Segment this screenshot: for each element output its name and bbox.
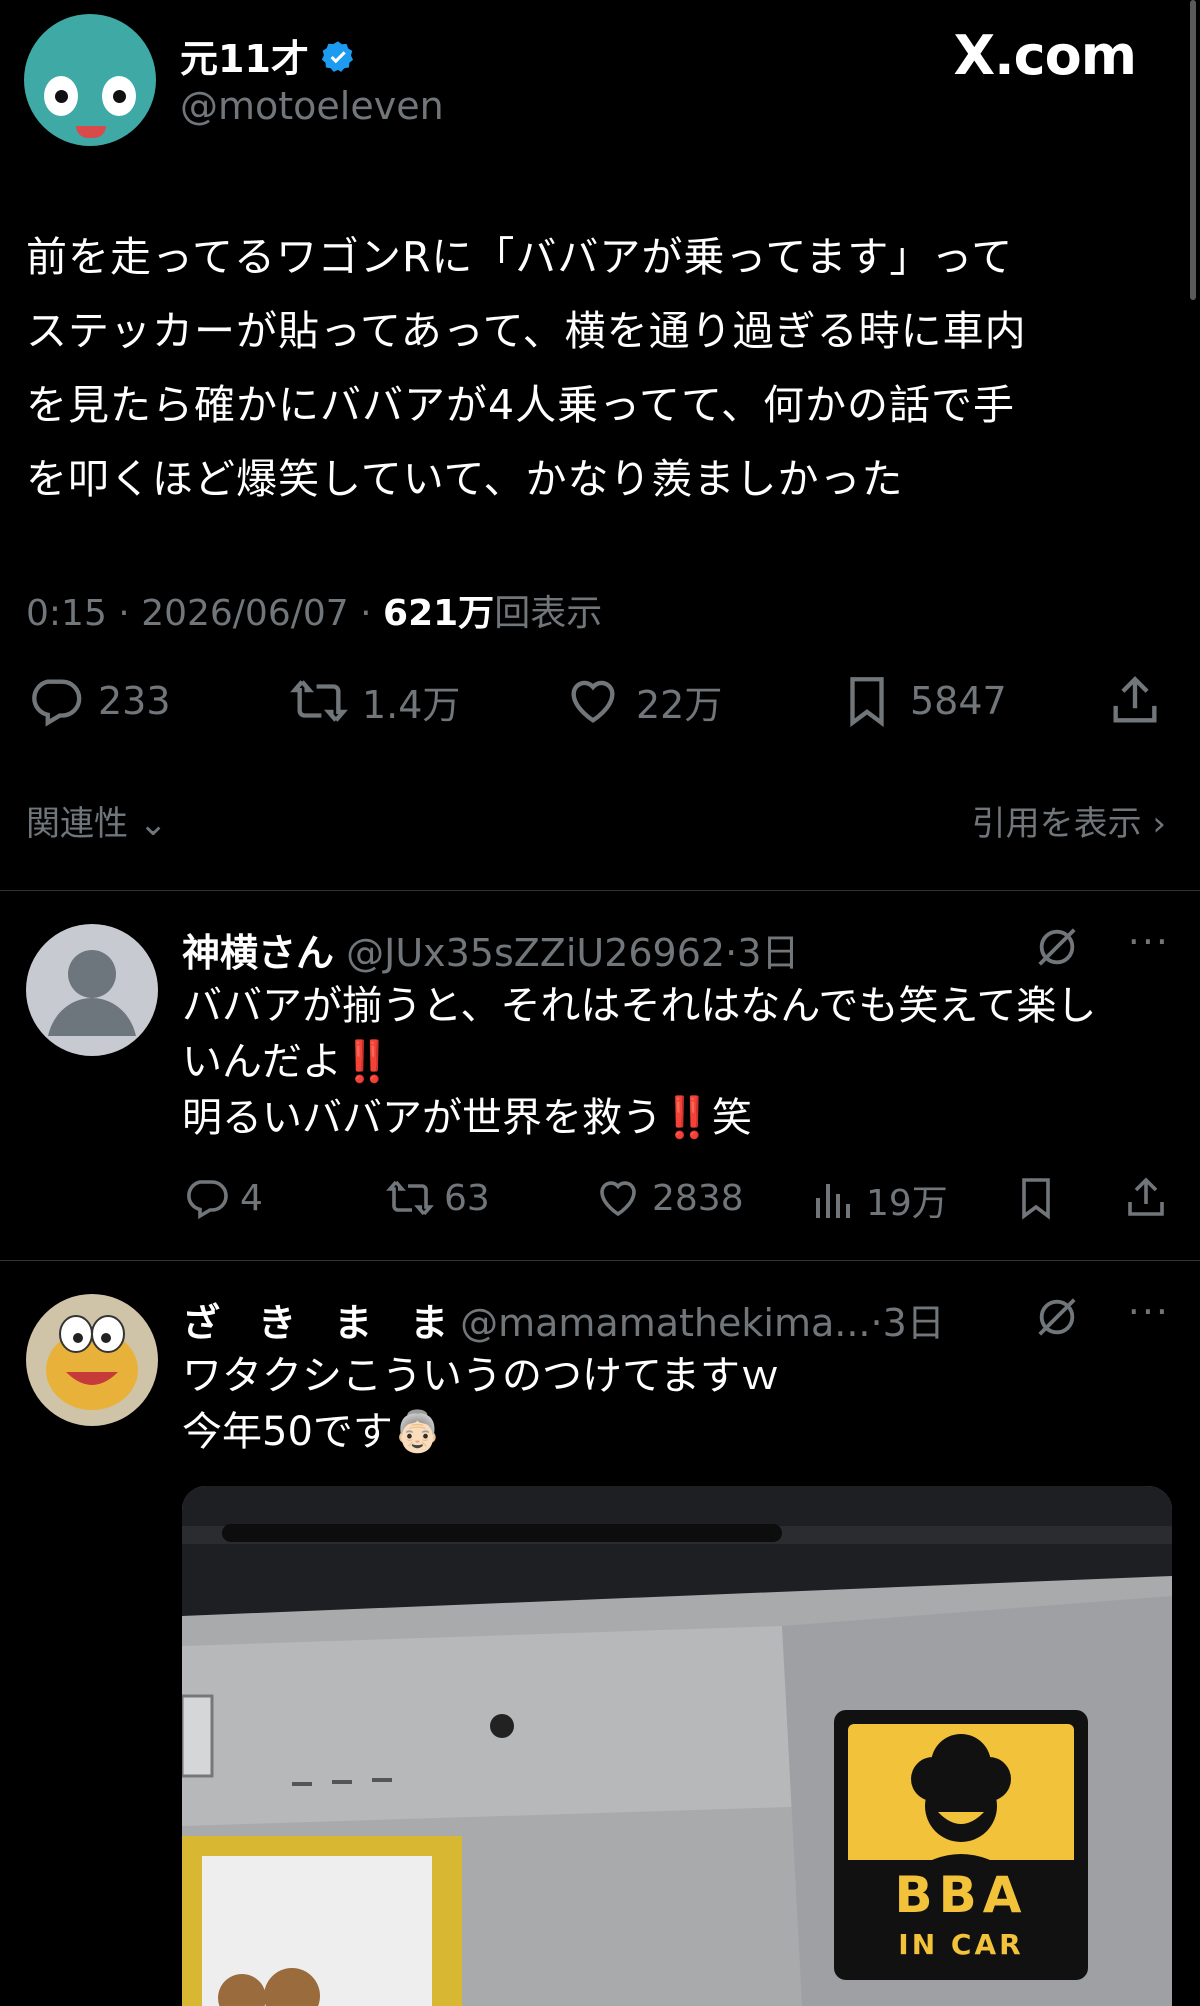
views-button[interactable]: 19万 <box>808 1174 948 1226</box>
display-name[interactable]: 元11才 <box>180 28 357 83</box>
tweet-text: 前を走ってるワゴンRに「ババアが乗ってます」って ステッカーが貼ってあって、横を… <box>26 220 1176 516</box>
grok-icon[interactable] <box>1034 1294 1080 1340</box>
reply-time[interactable]: 3日 <box>883 1301 945 1345</box>
bookmark-button[interactable]: 5847 <box>838 672 1007 730</box>
reply-name[interactable]: 神横さん <box>182 931 334 975</box>
tweet-time[interactable]: 0:15 <box>26 593 107 634</box>
scrollbar[interactable] <box>1190 0 1196 300</box>
chevron-down-icon: ⌄ <box>138 804 168 844</box>
repost-button[interactable]: 63 <box>386 1174 490 1222</box>
reply-handle[interactable]: @JUx35sZZiU26962 <box>346 931 725 975</box>
share-icon <box>1128 1177 1164 1216</box>
tweet-actions: 233 1.4万 22万 5847 <box>26 672 1176 742</box>
reply-line: ワタクシこういうのつけてますｗ <box>182 1353 780 1399</box>
old-woman-emoji-icon: 👵🏻 <box>392 1409 443 1455</box>
separator: · <box>725 931 738 975</box>
reply-text: ワタクシこういうのつけてますｗ 今年50です👵🏻 <box>182 1348 1142 1460</box>
tweet-date[interactable]: 2026/06/07 <box>141 593 349 634</box>
sticker-text-bba: BBA <box>894 1866 1028 1924</box>
like-button[interactable]: 2838 <box>594 1174 744 1222</box>
bookmark-count: 5847 <box>910 679 1007 723</box>
default-avatar-icon <box>48 950 136 1036</box>
like-count: 22万 <box>636 682 723 727</box>
repost-button[interactable]: 1.4万 <box>290 672 460 730</box>
avatar-mouth <box>76 126 106 138</box>
chevron-right-icon: › <box>1152 804 1166 844</box>
bookmark-icon <box>1022 1178 1050 1220</box>
like-count: 2838 <box>652 1177 744 1219</box>
reply-header: 神横さん @JUx35sZZiU26962·3日 <box>182 922 799 977</box>
share-button[interactable] <box>1122 1174 1170 1222</box>
avatar-eye <box>44 76 78 116</box>
tweet-line: を叩くほど爆笑していて、かなり羨ましかった <box>26 455 904 503</box>
reply-button[interactable]: 233 <box>26 672 171 730</box>
views-count: 19万 <box>866 1183 948 1224</box>
heart-icon <box>600 1181 636 1217</box>
double-exclamation-icon: ‼️ <box>662 1095 712 1141</box>
grandma-face-icon <box>908 1734 1014 1874</box>
reply-line: 今年50です👵🏻 <box>182 1404 1142 1460</box>
reply-actions: 4 63 2838 19万 <box>182 1174 1172 1234</box>
reply-line-suffix: 笑 <box>711 1095 752 1141</box>
repost-icon <box>386 1180 434 1216</box>
like-button[interactable]: 22万 <box>564 672 722 730</box>
reply-line: いんだよ‼️ <box>182 1034 1142 1090</box>
reply-name[interactable]: ざ き ま ま <box>182 1301 448 1345</box>
sort-dropdown[interactable]: 関連性 ⌄ <box>26 804 167 844</box>
tweet-line: 前を走ってるワゴンRに「ババアが乗ってます」って <box>26 233 1014 281</box>
more-icon[interactable]: ··· <box>1128 920 1170 964</box>
reply-icon <box>32 679 82 727</box>
reply-line-text: 今年50です <box>182 1409 393 1455</box>
share-icon <box>1113 676 1157 723</box>
reply-item[interactable]: 神横さん @JUx35sZZiU26962·3日 ··· ババアが揃うと、それは… <box>0 890 1200 1260</box>
avatar[interactable] <box>24 14 156 146</box>
more-icon[interactable]: ··· <box>1128 1290 1170 1334</box>
share-button[interactable] <box>1106 672 1164 730</box>
separator: · <box>870 1301 883 1345</box>
bba-sticker: BBA IN CAR <box>834 1710 1088 1980</box>
repost-count: 63 <box>444 1177 490 1219</box>
quotes-label: 引用を表示 <box>971 804 1142 844</box>
bookmark-button[interactable] <box>1012 1174 1060 1222</box>
reply-line: 明るいババアが世界を救う‼️笑 <box>182 1090 1142 1146</box>
views-count: 621万 <box>383 593 495 634</box>
repost-count: 1.4万 <box>362 682 461 727</box>
bookmark-icon <box>850 677 884 728</box>
avatar[interactable] <box>26 1294 158 1426</box>
handle[interactable]: @motoeleven <box>180 84 444 128</box>
reply-sort-bar: 関連性 ⌄ 引用を表示 › <box>26 796 1166 845</box>
tweet-line: を見たら確かにババアが4人乗ってて、何かの話で手 <box>26 381 1015 429</box>
heart-icon <box>571 680 615 723</box>
reply-header: ざ き ま ま @mamamathekima...·3日 <box>182 1292 945 1347</box>
analytics-icon <box>816 1184 850 1218</box>
verified-badge-icon <box>321 41 353 72</box>
reply-button[interactable]: 4 <box>182 1174 263 1222</box>
views-label: 回表示 <box>494 593 603 634</box>
sort-label: 関連性 <box>26 804 128 844</box>
double-exclamation-icon: ‼️ <box>342 1039 392 1085</box>
avatar[interactable] <box>26 924 158 1056</box>
reply-count: 233 <box>98 679 171 723</box>
tweet-line: ステッカーが貼ってあって、横を通り過ぎる時に車内 <box>26 307 1027 355</box>
frog-avatar-icon <box>46 1315 138 1410</box>
reply-time[interactable]: 3日 <box>737 931 799 975</box>
reply-line-text: いんだよ <box>182 1039 342 1085</box>
reply-line: ババアが揃うと、それはそれはなんでも笑えて楽し <box>182 983 1097 1029</box>
reply-line-text: 明るいババアが世界を救う <box>182 1095 662 1141</box>
avatar-eye <box>102 76 136 116</box>
grok-icon[interactable] <box>1034 924 1080 970</box>
reply-handle[interactable]: @mamamathekima... <box>460 1301 870 1345</box>
repost-icon <box>290 680 348 722</box>
view-quotes-link[interactable]: 引用を表示 › <box>972 796 1166 845</box>
reply-icon <box>187 1180 228 1220</box>
x-logo: X.com <box>953 24 1137 87</box>
tweet-meta: 0:15 · 2026/06/07 · 621万回表示 <box>26 593 603 634</box>
reply-text: ババアが揃うと、それはそれはなんでも笑えて楽し いんだよ‼️ 明るいババアが世界… <box>182 978 1142 1146</box>
reply-count: 4 <box>240 1177 263 1219</box>
sticker-text-in-car: IN CAR <box>898 1928 1024 1961</box>
